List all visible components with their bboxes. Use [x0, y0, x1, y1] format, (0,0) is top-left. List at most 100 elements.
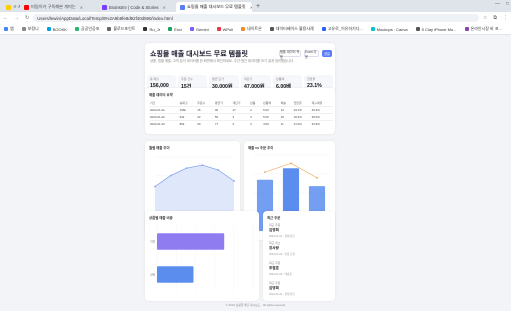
table-row[interactable]: 2024-01-02 94k 32 50 3 3 5.00 16 18.4% 35.0% [149, 113, 333, 120]
table-cell: 21.0% [293, 121, 302, 126]
bookmark-icon [74, 27, 79, 31]
list-item[interactable]: 최근 주문 김영희 2024-01-01 · 결제 완료 [269, 223, 329, 238]
table-cell: 2024-01-02 [150, 114, 165, 119]
list-item[interactable]: 최근 취소 강사랑 2024-01-02 · 반품 요청 [269, 241, 329, 256]
table-row[interactable]: 2024-01-01 156k 15 30 47 2 6.00 12 23.1% 40.2% [149, 106, 333, 113]
table-cell: 33.9% [311, 121, 320, 126]
browser-tab[interactable]: 미림이가 구독해본 개미는 ✕ [20, 2, 98, 12]
category-label: 잡화 [150, 273, 155, 277]
reload-icon[interactable]: ↻ [25, 15, 29, 21]
dashboard-page: 쇼핑몰 매출 대시보드 무료 템플릿 상품, 월별 매출, 고객 분석 데이터를… [0, 35, 511, 311]
browser-tab[interactable]: ㄹ 자 [2, 2, 20, 12]
new-tab-icon[interactable]: + [252, 2, 264, 12]
table-cell: 32 [197, 114, 201, 119]
bookmark-item[interactable]: 5 Clay iPhone Mo... [415, 26, 457, 32]
kpi-label: 객단가 [244, 77, 253, 81]
bookmark-label: Mockups : Canva [376, 26, 408, 32]
close-icon[interactable]: ✕ [80, 5, 83, 10]
bookmark-item[interactable]: WPoll [216, 27, 233, 32]
bookmark-icon [46, 27, 51, 31]
bookmark-label: 보정니 [27, 26, 39, 31]
list-item[interactable]: 최근 주문 김영희 2024-01-04 · 결제 완료 [269, 281, 329, 296]
bookmark-item[interactable]: 공공인공포 [74, 26, 99, 32]
table-cell: 2024-01-01 [150, 107, 165, 112]
table-cell: 4.00 [263, 121, 269, 126]
bar [157, 233, 225, 250]
bookmark-item[interactable]: Envi [168, 27, 182, 32]
nav-buttons: ← → ↻ [3, 15, 29, 21]
bookmark-icon [370, 27, 375, 31]
bookmark-icon [107, 27, 112, 31]
bookmark-item[interactable]: BOOKK [46, 27, 67, 32]
kpi-label: 평균 단가 [212, 77, 224, 81]
tab-label: 쇼핑몰 매출 대시보드 무료 템플릿 [187, 4, 246, 9]
bookmark-item[interactable]: 데이터베이스 활용사례 [269, 26, 314, 32]
horizontal-bar-chart: 의류잡화 [150, 225, 254, 291]
excel-download-button[interactable]: Excel 다운 [304, 50, 319, 59]
table-cell: 2024-01-03 [150, 121, 165, 126]
back-icon[interactable]: ← [3, 15, 8, 21]
bookmark-item[interactable]: 앱 [4, 26, 14, 32]
bookmark-item[interactable]: Mockups : Canva [370, 26, 408, 32]
tab-label: 미림이가 구독해본 개미는 [31, 4, 76, 9]
minimize-icon[interactable]: — [495, 1, 500, 7]
bookmark-item[interactable]: Gemini [189, 27, 209, 32]
table-cell: 4 [232, 121, 235, 126]
data-point [233, 180, 235, 182]
bookmark-item[interactable]: 고유로_이유하기다... [321, 26, 363, 32]
table-row[interactable]: 2024-01-03 86k 30 77 4 4 4.00 11 21.0% 33.9% [149, 120, 333, 127]
category-label: 의류 [150, 240, 155, 244]
table-cell: 12 [280, 107, 284, 112]
table-cell: 50 [214, 114, 219, 119]
maximize-icon[interactable]: □ [506, 1, 509, 7]
item-kind: 최근 주문 [269, 281, 281, 285]
list-item[interactable]: 최근 주문 조철호 2024-01-03 · 배송중 [269, 261, 329, 276]
bookmark-item[interactable]: Ru_Jr [143, 27, 160, 32]
table-cell: 40.2% [311, 107, 320, 112]
item-name: 강사랑 [269, 246, 279, 250]
table-cell: 11 [280, 121, 284, 126]
item-kind: 최근 주문 [269, 261, 281, 265]
item-detail: 2024-01-02 · 반품 요청 [269, 253, 295, 256]
bookmark-item[interactable]: 네이트온 [241, 26, 262, 32]
table-cell: 18.4% [293, 114, 302, 119]
star-icon[interactable]: ☆ [483, 15, 487, 21]
address-bar-row: ← → ↻ Users/lewin/AppData/Local/Temp/8%2… [0, 12, 511, 24]
kpi-label: 전환율 [307, 77, 316, 81]
bookmark-item[interactable]: 블로드포인트 [107, 26, 135, 32]
extensions-icon[interactable]: ⧉ [493, 15, 497, 21]
browser-tab[interactable]: Brainstmr | Code & Stories ✕ [98, 2, 176, 12]
tab-label: Brainstmr | Code & Stories [109, 4, 159, 10]
close-icon[interactable]: ✕ [163, 5, 166, 10]
bookmark-icon [189, 27, 194, 31]
bookmark-item[interactable]: 보정니 [21, 26, 39, 32]
item-name: 김영희 [269, 228, 279, 232]
page-subtitle: 상품, 월별 매출, 고객 분석 데이터를 한 화면에서 확인하세요. 주간·월… [150, 59, 295, 63]
bookmark-label: 5 Clay iPhone Mo... [421, 26, 457, 32]
table-cell: 35.0% [311, 114, 320, 119]
item-kind: 최근 취소 [269, 241, 281, 245]
share-button[interactable]: 공유 [322, 50, 332, 57]
item-name: 조철호 [269, 266, 279, 270]
table-cell: 94k [179, 114, 185, 119]
menu-icon[interactable]: ⋮ [503, 15, 508, 21]
window-controls: — □ [495, 1, 509, 7]
forward-icon[interactable]: → [14, 15, 19, 21]
footer: © 2024 쇼핑몰 매출 대시보드 · All rights reserved [225, 303, 286, 307]
bookmark-label: Ru_Jr [149, 26, 161, 32]
table-cell: 6.00 [263, 107, 269, 112]
kpi-label: 주문 건수 [181, 77, 193, 81]
bookmark-label: 네이트온 [247, 26, 262, 31]
table-cell: 16 [280, 114, 284, 119]
browser-tab-active[interactable]: 쇼핑몰 매출 대시보드 무료 템플릿 ✕ [176, 2, 252, 12]
chart-card-hbar: 상품별 매출 비중 의류 잡화 [145, 211, 259, 301]
item-detail: 2024-01-04 · 결제 완료 [269, 293, 295, 296]
table-cell: 47 [232, 107, 236, 112]
recent-orders-card: 최근 주문 최근 주문 김영희 2024-01-01 · 결제 완료 최근 취소… [263, 211, 335, 301]
tab-favicon [180, 4, 185, 10]
bookmark-item[interactable]: 온라인시장 바 포... [464, 26, 502, 32]
apply-data-button[interactable]: 템플 데이터 적용 [279, 50, 301, 59]
address-field[interactable]: Users/lewin/AppData/Local/Temp/8%2A9b9fe… [33, 14, 479, 22]
table-cell: 4 [250, 121, 252, 126]
data-point [290, 162, 292, 165]
